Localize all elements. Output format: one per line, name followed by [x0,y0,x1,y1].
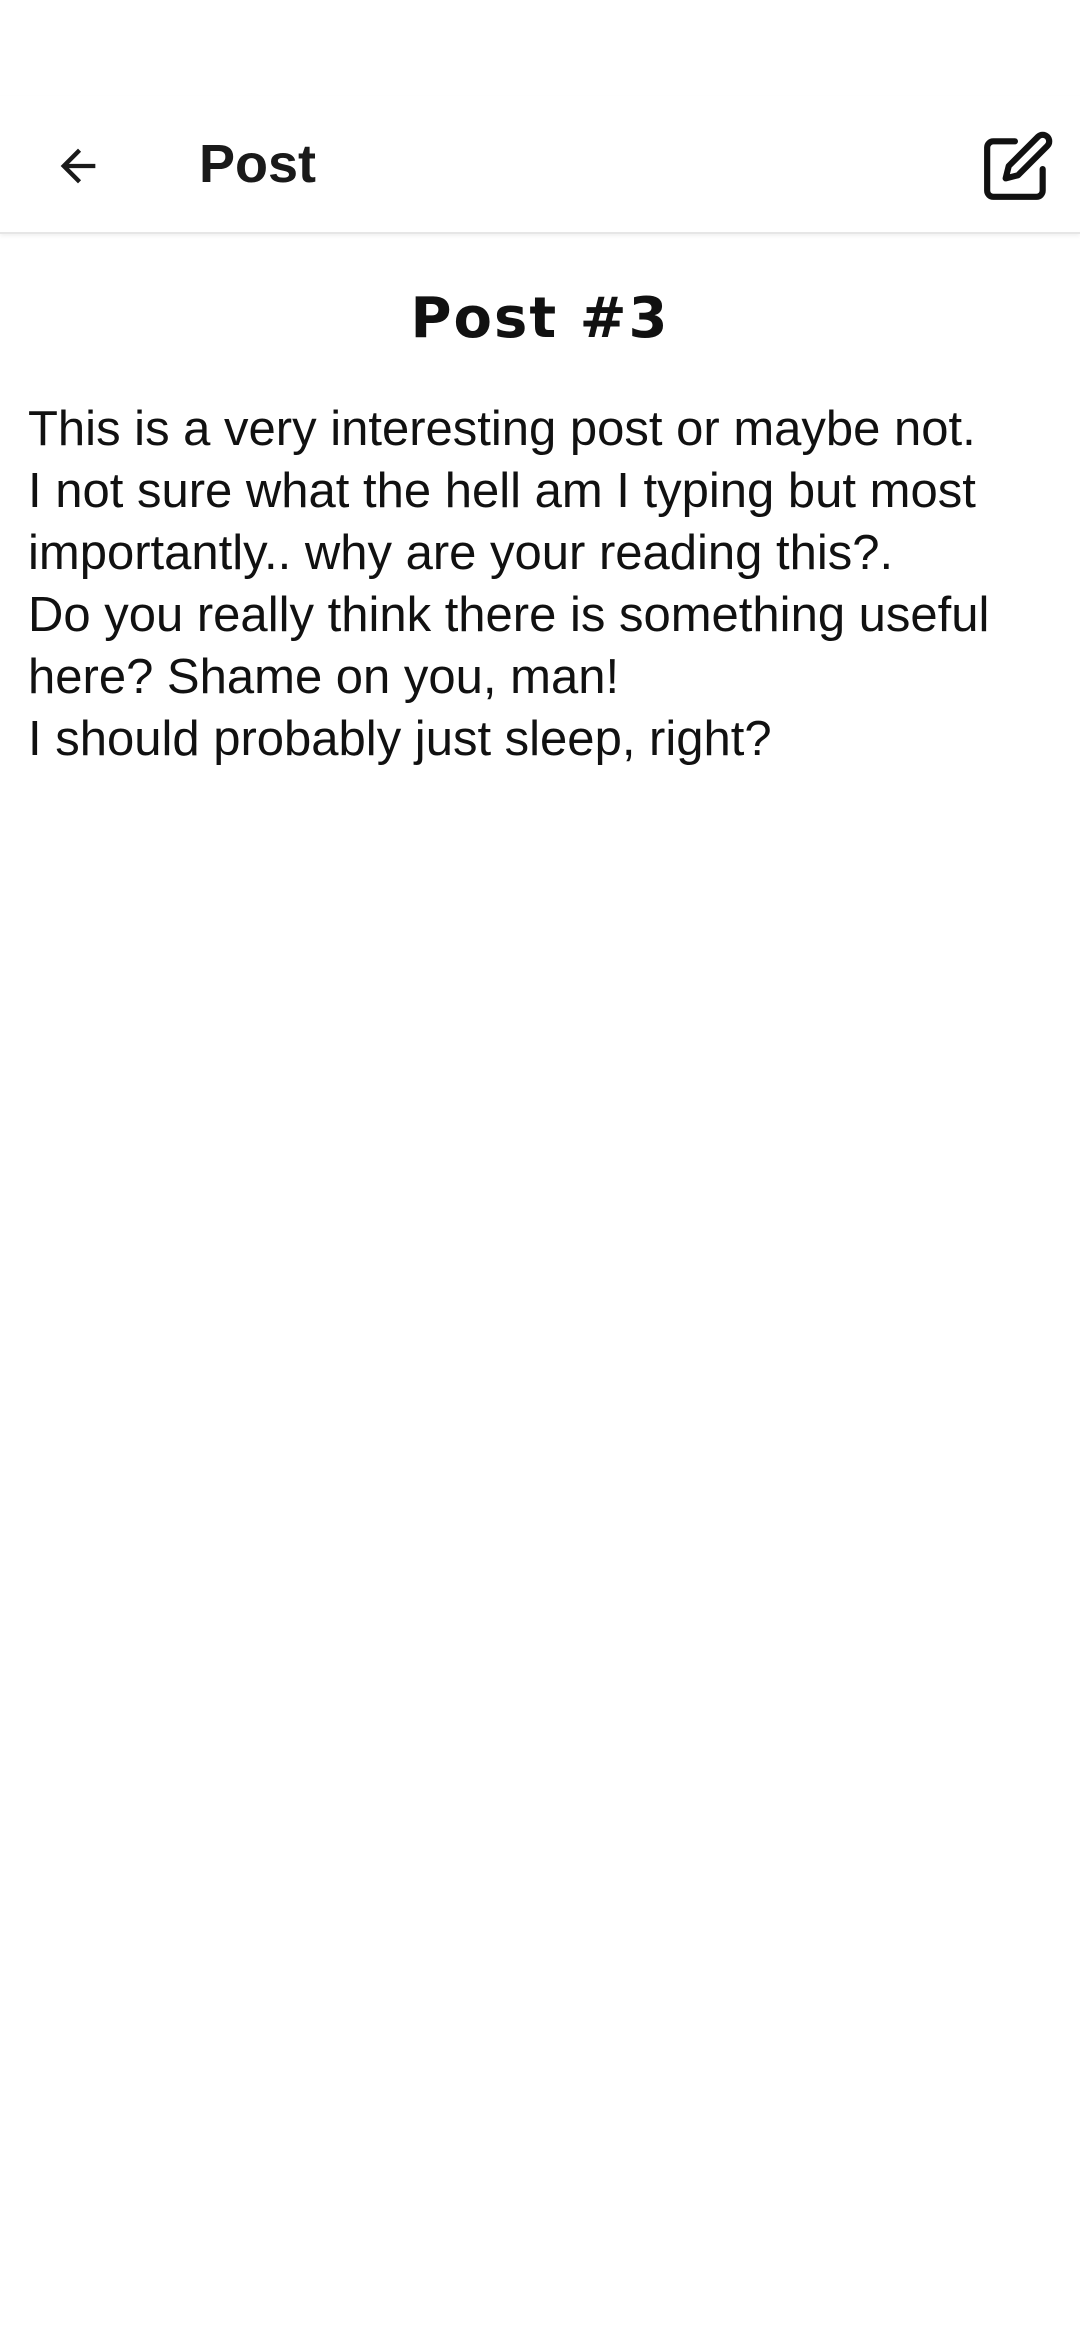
post-title: Post #3 [410,286,670,351]
post-content: Post #3 This is a very interesting post … [0,236,1080,770]
app-bar-title: Post [199,134,317,194]
edit-icon [981,129,1055,208]
edit-post-button[interactable] [970,120,1066,216]
app-bar: Post [0,96,1080,234]
back-button[interactable] [30,120,126,216]
arrow-left-icon [52,140,104,197]
post-body: This is a very interesting post or maybe… [28,402,990,766]
status-bar [0,0,1080,96]
